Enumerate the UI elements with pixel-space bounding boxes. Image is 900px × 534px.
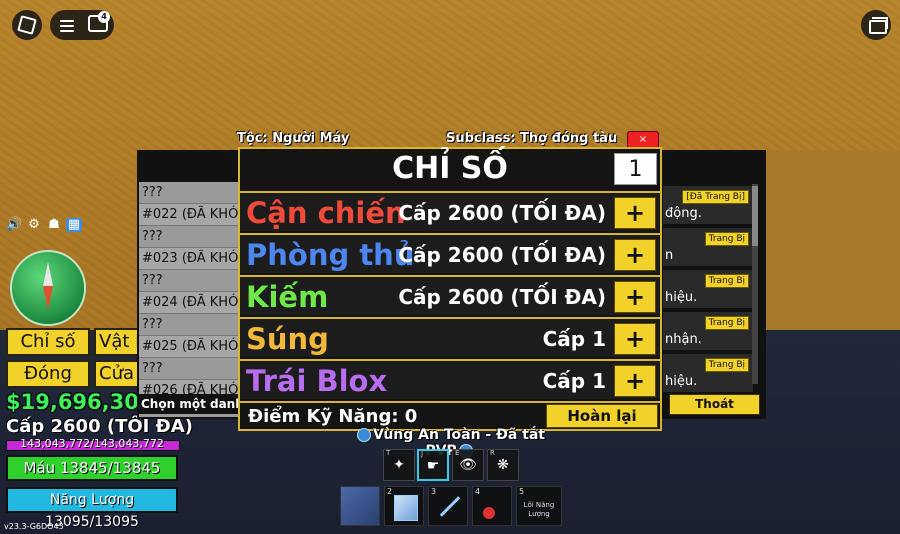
compass-needle-south (43, 286, 53, 310)
inventory-toggle-button[interactable] (861, 10, 891, 40)
stat-row-blox-fruit: Trái Blox Cấp 1 + (240, 359, 660, 399)
close-menu-button[interactable]: Đóng (6, 360, 90, 388)
skill-points-label: Điểm Kỹ Năng: 0 (248, 406, 418, 427)
list-item[interactable]: ??? (139, 270, 244, 292)
equip-button[interactable]: Trang Bị (704, 274, 749, 288)
speaker-icon[interactable]: 🔊 (6, 218, 22, 232)
scrollbar-thumb[interactable] (752, 186, 758, 246)
quick-icons: 🔊 ⚙ ☗ ▦ (6, 218, 82, 232)
list-item[interactable]: #025 (ĐÃ KHÓA) (139, 336, 244, 358)
equip-button[interactable]: [Đã Trang Bị] (682, 190, 749, 204)
roblox-logo-icon (17, 15, 37, 35)
list-item[interactable]: ??? (139, 314, 244, 336)
hotbar-slot-4[interactable]: 4 (472, 486, 512, 526)
subclass-label: Subclass: Thợ đóng tàu (446, 131, 618, 146)
chat-badge: 4 (98, 11, 110, 23)
version-label: v23.3-G6DO43 (4, 522, 64, 531)
stats-menu-button[interactable]: Chỉ số (6, 328, 90, 356)
hotbar-slot-2[interactable]: 2 (384, 486, 424, 526)
equip-button[interactable]: Trang Bị (704, 358, 749, 372)
quantity-input[interactable]: 1 (614, 153, 657, 185)
titles-detail-panel: [Đã Trang Bị] động. Trang Bị n Trang Bị hiệ… (655, 150, 766, 419)
safe-zone-label: Vùng An Toàn - Đã tắt PVP (340, 427, 560, 459)
list-item[interactable]: #022 (ĐÃ KHÓA) (139, 204, 244, 226)
hotbar-slot-1[interactable] (340, 486, 380, 526)
ability-slot[interactable]: T ✦ (383, 449, 415, 481)
eye-icon: 👁 (459, 457, 477, 473)
stat-level: Cấp 1 (542, 369, 606, 393)
ability-icon: ❋ (497, 457, 509, 473)
divider (240, 401, 660, 403)
titles-list-header (139, 152, 244, 182)
stats-title: CHỈ SỐ (392, 151, 508, 186)
add-point-button[interactable]: + (614, 323, 656, 355)
zone-orb-icon (356, 428, 371, 442)
ability-slot-selected[interactable]: J ☛ (417, 449, 449, 481)
energy-bar: Năng Lượng 13095/13095 (6, 487, 178, 530)
items-menu-button[interactable]: Vật P (94, 328, 140, 356)
add-point-button[interactable]: + (614, 281, 656, 313)
list-item[interactable]: #024 (ĐÃ KHÓA) (139, 292, 244, 314)
health-bar: Máu 13845/13845 (6, 455, 178, 481)
race-label: Tộc: Người Máy (237, 131, 350, 146)
gear-icon[interactable]: ⚙ (26, 218, 42, 232)
stat-name: Kiếm (246, 280, 329, 314)
ability-slot[interactable]: R ❋ (487, 449, 519, 481)
stat-row-sword: Kiếm Cấp 2600 (TỐI ĐA) + (240, 275, 660, 315)
equip-button[interactable]: Trang Bị (704, 232, 749, 246)
list-item: Trang Bị nhận. (663, 312, 753, 350)
player-level: Cấp 2600 (TỐI ĐA) (6, 416, 193, 437)
stat-level: Cấp 2600 (TỐI ĐA) (398, 285, 606, 309)
stat-row-defense: Phòng thủ Cấp 2600 (TỐI ĐA) + (240, 233, 660, 273)
roblox-menu-button[interactable] (12, 10, 42, 40)
stat-name: Cận chiến (246, 196, 406, 230)
stat-name: Trái Blox (246, 364, 388, 398)
stat-row-melee: Cận chiến Cấp 2600 (TỐI ĐA) + (240, 191, 660, 231)
list-item: [Đã Trang Bị] động. (663, 186, 753, 224)
list-item[interactable]: ??? (139, 182, 244, 204)
stat-level: Cấp 2600 (TỐI ĐA) (398, 243, 606, 267)
add-point-button[interactable]: + (614, 365, 656, 397)
compass-needle-north (43, 262, 53, 286)
hamburger-menu-icon[interactable] (60, 17, 74, 35)
ability-icon: ✦ (393, 457, 405, 473)
equip-button[interactable]: Trang Bị (704, 316, 749, 330)
list-item[interactable]: ??? (139, 358, 244, 380)
background-pillar (760, 150, 900, 330)
stat-name: Súng (246, 322, 329, 356)
stat-level: Cấp 1 (542, 327, 606, 351)
hotbar-slot-3[interactable]: 3 (428, 486, 468, 526)
reset-button[interactable]: Hoàn lại (546, 404, 658, 428)
add-point-button[interactable]: + (614, 197, 656, 229)
ability-slot[interactable]: E 👁 (452, 449, 484, 481)
shop-menu-button[interactable]: Cửa H (94, 360, 140, 388)
stat-row-gun: Súng Cấp 1 + (240, 317, 660, 357)
choose-title-label: Chọn một danh hiệu (139, 394, 244, 414)
ice-block-icon (394, 495, 418, 521)
add-point-button[interactable]: + (614, 239, 656, 271)
money-display: $19,696,308 (6, 390, 154, 414)
list-item: Trang Bị hiệu. (663, 270, 753, 308)
hotbar-slot-5[interactable]: 5 Lõi Năng Lượng (516, 486, 562, 526)
list-item: Trang Bị n (663, 228, 753, 266)
crew-icon[interactable]: ☗ (46, 218, 62, 232)
ability-icon: ☛ (426, 458, 440, 474)
list-item[interactable]: ??? (139, 226, 244, 248)
gift-icon[interactable]: ▦ (66, 218, 82, 232)
titles-list: ??? #022 (ĐÃ KHÓA) ??? #023 (ĐÃ KHÓA) ??… (137, 150, 246, 419)
exit-button[interactable]: Thoát (669, 394, 760, 415)
stat-level: Cấp 2600 (TỐI ĐA) (398, 201, 606, 225)
list-item: Trang Bị hiệu. (663, 354, 753, 392)
list-item[interactable]: #023 (ĐÃ KHÓA) (139, 248, 244, 270)
stat-name: Phòng thủ (246, 238, 415, 272)
sword-icon (439, 496, 461, 517)
xp-text: 143,043,772/143,043,772 (20, 437, 164, 450)
fruit-icon (483, 507, 495, 519)
